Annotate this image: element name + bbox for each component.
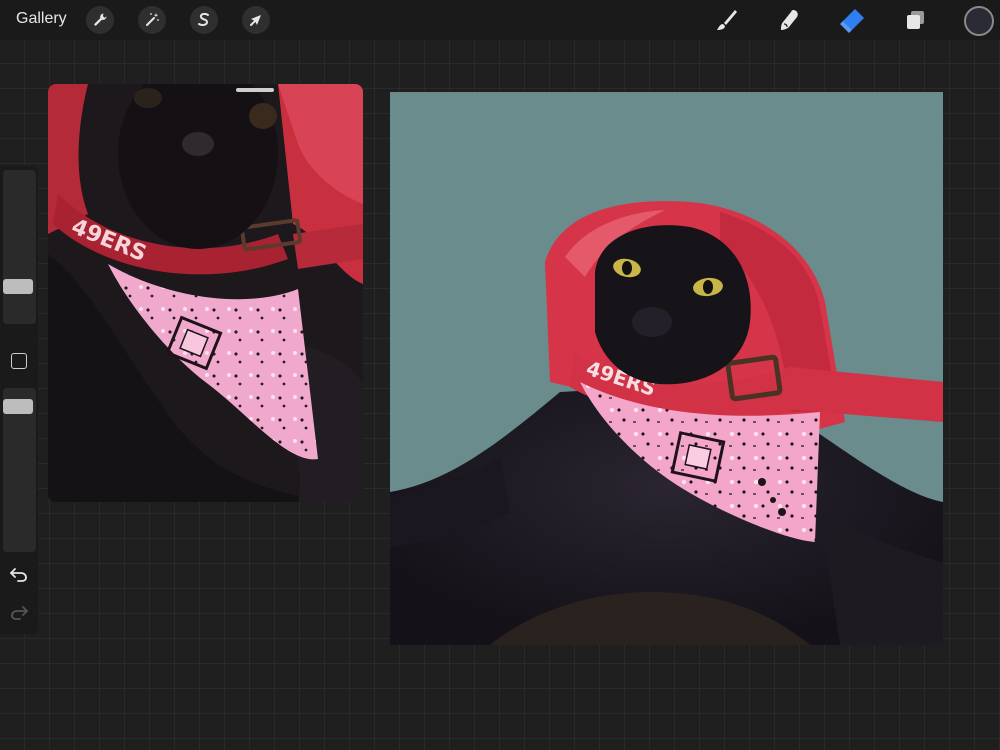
- drawing-canvas[interactable]: 49ERS: [390, 92, 943, 645]
- layers-button[interactable]: [899, 4, 931, 36]
- smudge-finger-icon: [781, 10, 798, 30]
- wrench-icon: [94, 13, 107, 26]
- transform-button[interactable]: [242, 6, 270, 34]
- modify-square-button[interactable]: [11, 353, 27, 369]
- reference-window[interactable]: 49ERS: [48, 84, 363, 502]
- arrow-cursor-icon: [250, 15, 261, 26]
- eraser-icon: [840, 9, 864, 33]
- layers-icon: [907, 11, 924, 29]
- smudge-tool[interactable]: [773, 4, 805, 36]
- reference-drag-handle[interactable]: [236, 88, 274, 92]
- gallery-button[interactable]: Gallery: [16, 10, 67, 28]
- undo-icon[interactable]: [9, 564, 29, 584]
- opacity-thumb[interactable]: [3, 399, 33, 414]
- brush-tool[interactable]: [710, 4, 742, 36]
- selection-button[interactable]: [190, 6, 218, 34]
- paintbrush-icon: [717, 10, 737, 30]
- artwork: 49ERS: [390, 92, 943, 645]
- reference-photo: 49ERS: [48, 84, 363, 502]
- brush-size-thumb[interactable]: [3, 279, 33, 294]
- magic-wand-icon: [146, 13, 159, 26]
- actions-button[interactable]: [86, 6, 114, 34]
- adjustments-button[interactable]: [138, 6, 166, 34]
- redo-icon[interactable]: [9, 602, 29, 622]
- brush-size-slider[interactable]: [3, 170, 36, 324]
- color-swatch-icon[interactable]: [964, 6, 994, 36]
- top-toolbar: Gallery: [0, 0, 1000, 40]
- eraser-tool[interactable]: [836, 4, 868, 36]
- selection-s-icon: [198, 12, 209, 27]
- left-sidebar: [0, 166, 38, 634]
